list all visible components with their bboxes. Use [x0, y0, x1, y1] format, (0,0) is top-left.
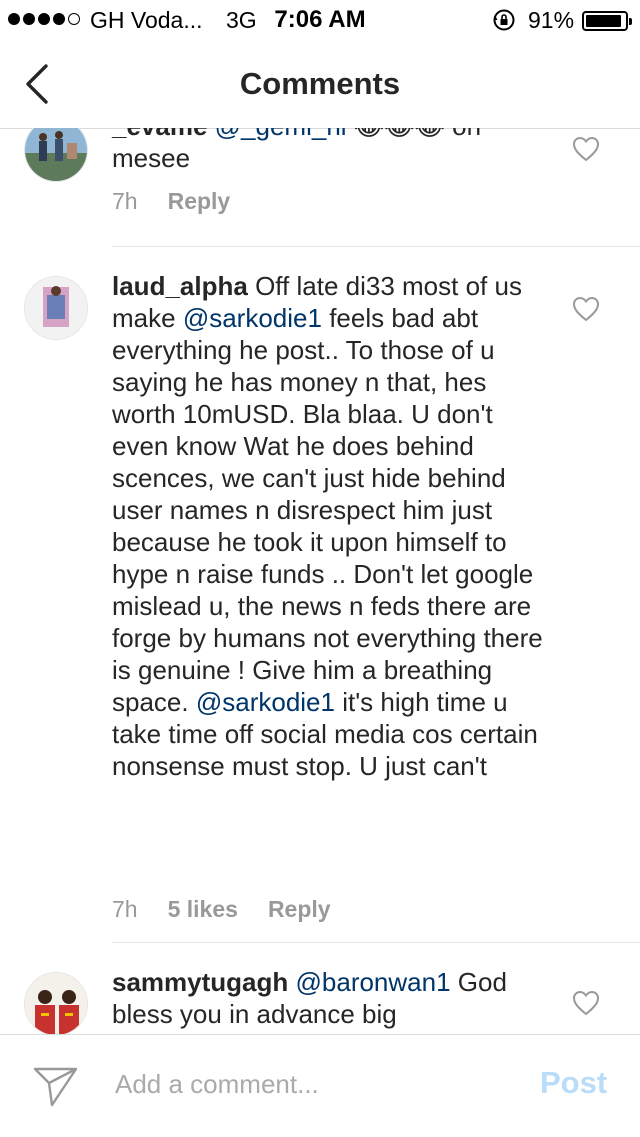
comment-mention[interactable]: @baronwan1	[296, 967, 451, 997]
comment-body: feels bad abt everything he post.. To th…	[112, 303, 543, 717]
page-title: Comments	[239, 66, 401, 101]
comment-time: 7h	[112, 896, 138, 922]
comment-composer: Add a comment... Post	[0, 1034, 640, 1137]
comment-username[interactable]: _evame	[112, 128, 207, 141]
status-bar: GH Voda... 3G 7:06 AM 91%	[0, 0, 640, 40]
divider	[112, 246, 640, 247]
comment-time: 7h	[112, 188, 138, 214]
like-heart-icon[interactable]	[572, 990, 600, 1016]
likes-count[interactable]: 5 likes	[168, 896, 238, 922]
direct-send-icon[interactable]	[32, 1065, 80, 1109]
comment-meta: 7h 5 likes Reply	[112, 896, 361, 923]
battery-percentage: 91%	[528, 7, 575, 33]
comment-mention[interactable]: @sarkodie1	[196, 687, 335, 717]
comment-meta: 7h Reply	[112, 188, 260, 215]
comment-username[interactable]: laud_alpha	[112, 271, 248, 301]
comment-username[interactable]: sammytugagh	[112, 967, 288, 997]
comment-mention[interactable]: @_gemi_ni	[215, 128, 347, 141]
comments-list[interactable]: _evame @_gemi_ni 😂😂😂 oh mesee 7h Reply la…	[0, 128, 640, 1034]
navigation-bar: Comments	[0, 40, 640, 129]
avatar[interactable]	[24, 972, 88, 1034]
divider	[112, 942, 640, 943]
comment-text: sammytugagh @baronwan1 God bless you in …	[112, 966, 552, 1030]
reply-button[interactable]: Reply	[268, 896, 331, 922]
post-button[interactable]: Post	[540, 1065, 607, 1101]
comment-text: laud_alpha Off late di33 most of us make…	[112, 270, 552, 782]
avatar[interactable]	[24, 128, 88, 182]
like-heart-icon[interactable]	[572, 296, 600, 322]
rotation-lock-icon	[493, 9, 515, 31]
comment-mention[interactable]: @sarkodie1	[183, 303, 322, 333]
reply-button[interactable]: Reply	[168, 188, 231, 214]
avatar[interactable]	[24, 276, 88, 340]
comment-input[interactable]: Add a comment...	[115, 1069, 319, 1100]
emoji-laughing-icon: 😂😂😂	[354, 128, 445, 141]
like-heart-icon[interactable]	[572, 136, 600, 162]
comment-text: _evame @_gemi_ni 😂😂😂 oh mesee	[112, 128, 552, 174]
battery-icon	[582, 11, 632, 31]
